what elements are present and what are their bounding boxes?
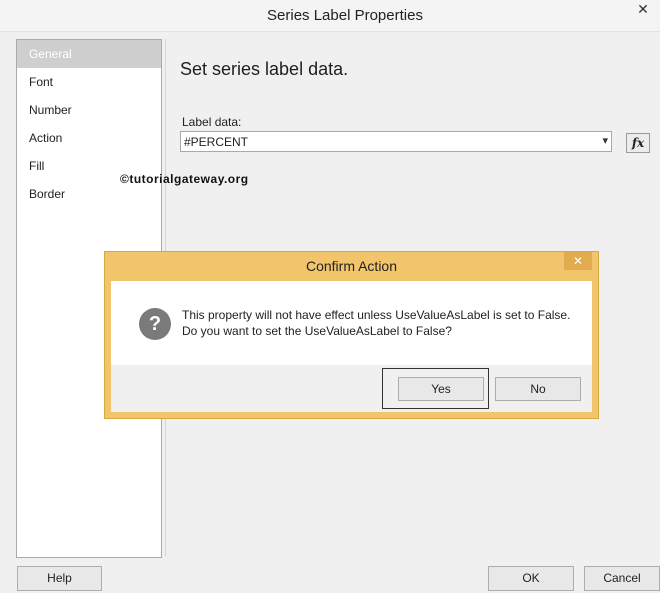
watermark: ©tutorialgateway.org (120, 172, 249, 186)
series-label-properties-window: Series Label Properties ✕ General Font N… (0, 0, 660, 593)
sidebar-item-font[interactable]: Font (17, 68, 161, 96)
yes-button[interactable]: Yes (398, 377, 484, 401)
dialog-button-area: Yes No (111, 365, 592, 412)
expression-button[interactable]: fx (626, 133, 650, 153)
sidebar-item-number[interactable]: Number (17, 96, 161, 124)
ok-button[interactable]: OK (488, 566, 574, 591)
page-title: Set series label data. (180, 59, 349, 79)
dialog-close-icon[interactable]: ✕ (564, 252, 592, 270)
no-button[interactable]: No (495, 377, 581, 401)
sidebar-item-action[interactable]: Action (17, 124, 161, 152)
help-button[interactable]: Help (17, 566, 102, 591)
window-title: Series Label Properties (267, 7, 423, 24)
label-data-value: #PERCENT (184, 135, 249, 149)
dialog-message-area: ? This property will not have effect unl… (111, 281, 592, 365)
dialog-message-line-2: Do you want to set the UseValueAsLabel t… (182, 324, 452, 338)
confirm-action-dialog: Confirm Action ✕ ? This property will no… (104, 251, 599, 419)
question-icon: ? (139, 308, 171, 340)
dialog-title: Confirm Action (305, 258, 398, 274)
dialog-body: ? This property will not have effect unl… (111, 281, 592, 412)
sidebar-item-general[interactable]: General (17, 40, 161, 68)
label-data-combobox[interactable]: #PERCENT ▾ (180, 131, 612, 152)
cancel-button[interactable]: Cancel (584, 566, 660, 591)
window-close-icon[interactable]: ✕ (634, 0, 652, 18)
title-bar: Series Label Properties (0, 0, 660, 32)
chevron-down-icon[interactable]: ▾ (602, 134, 608, 147)
dialog-message-line-1: This property will not have effect unles… (182, 308, 571, 322)
label-data-label: Label data: (182, 115, 242, 129)
dialog-message: This property will not have effect unles… (182, 307, 570, 339)
